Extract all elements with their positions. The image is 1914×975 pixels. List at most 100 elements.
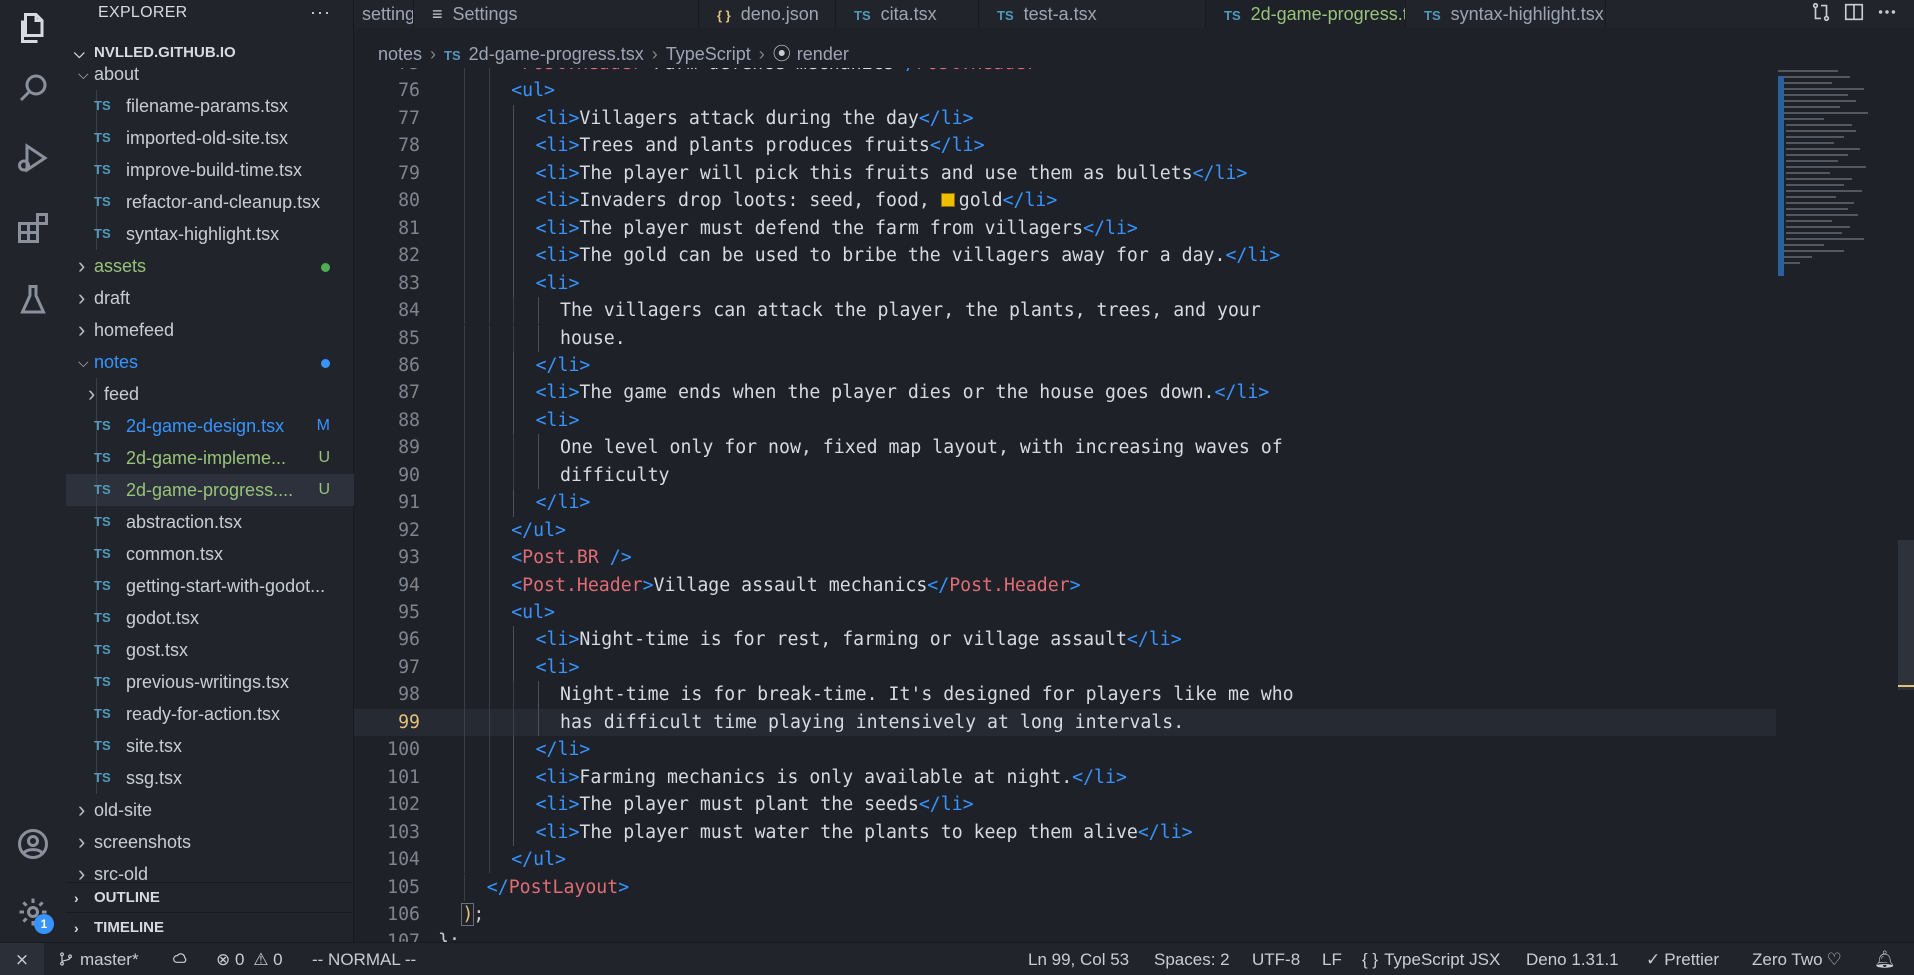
tree-file[interactable]: TS ready-for-action.tsx [66, 698, 354, 730]
tree-folder[interactable]: › src-old [66, 858, 354, 882]
tree-file[interactable]: TS syntax-highlight.tsx [66, 218, 354, 250]
more-actions-icon[interactable] [1876, 1, 1898, 28]
source-control-compare-icon[interactable] [1810, 1, 1832, 28]
tree-folder[interactable]: › homefeed [66, 314, 354, 346]
more-actions-icon[interactable]: ··· [310, 0, 331, 24]
tree-folder[interactable]: › old-site [66, 794, 354, 826]
editor-scrollbar[interactable] [1898, 68, 1914, 942]
code-token: The gold can be used to bribe the villag… [579, 245, 1226, 267]
indent-guide [537, 461, 539, 490]
tree-folder[interactable]: › screenshots [66, 826, 354, 858]
warning-count: 0 [273, 950, 283, 969]
prettier-status[interactable]: ✓ Prettier [1646, 943, 1719, 975]
explorer-icon[interactable] [0, 0, 66, 56]
tree-folder[interactable]: › draft [66, 282, 354, 314]
indent-guide [464, 104, 466, 133]
chevron-right-icon: › [78, 253, 86, 278]
account-icon[interactable] [0, 816, 66, 872]
breadcrumb-language[interactable]: TypeScript [666, 44, 751, 64]
line-source: </ul> [511, 846, 566, 873]
tree-item-label: src-old [94, 864, 149, 882]
tree-file[interactable]: TS godot.tsx [66, 602, 354, 634]
line-source: Night-time is for break-time. It's desig… [560, 681, 1294, 708]
outline-section-header[interactable]: › OUTLINE [66, 882, 354, 912]
tree-folder[interactable]: ⌵ about [66, 66, 354, 90]
language-label: TypeScript JSX [1384, 950, 1501, 969]
scrollbar-thumb[interactable] [1898, 540, 1914, 690]
editor-tab[interactable]: TS syntax-highlight.tsx [1406, 0, 1606, 28]
breadcrumb-symbol[interactable]: render [797, 44, 849, 64]
notifications-bell-icon[interactable]: 🔔︎ [1874, 943, 1896, 975]
tree-folder[interactable]: ⌵ notes [66, 346, 354, 378]
tree-file[interactable]: TS common.tsx [66, 538, 354, 570]
problems-indicator[interactable]: ⊗ 0 ⚠ 0 [216, 943, 283, 975]
typescript-file-icon: TS [94, 546, 111, 561]
status-bar: ⨯ master* ⊗ 0 ⚠ 0 -- NORMAL -- Ln 99, Co… [0, 942, 1914, 975]
code-token: Post.BR [522, 547, 599, 569]
tree-item-label: abstraction.tsx [126, 512, 243, 532]
indent-guide [464, 653, 466, 682]
tree-file[interactable]: TS 2d-game-design.tsx M [66, 410, 354, 442]
tree-file[interactable]: TS imported-old-site.tsx [66, 122, 354, 154]
typescript-file-icon: TS [94, 610, 111, 625]
typescript-file-icon: TS [94, 130, 111, 145]
tree-file[interactable]: TS filename-params.tsx [66, 90, 354, 122]
testing-flask-icon[interactable] [0, 272, 66, 328]
branch-name: master* [80, 950, 139, 969]
editor-tab[interactable]: settings.json [354, 0, 414, 28]
remote-indicator-icon[interactable]: ⨯ [0, 943, 44, 975]
search-icon[interactable] [0, 60, 66, 116]
extensions-icon[interactable] [0, 200, 66, 256]
tree-folder[interactable]: › assets [66, 250, 354, 282]
tree-folder[interactable]: › feed [66, 378, 354, 410]
language-mode[interactable]: { } TypeScript JSX [1362, 943, 1500, 975]
breadcrumb-folder[interactable]: notes [378, 44, 422, 64]
breadcrumb-file[interactable]: 2d-game-progress.tsx [469, 44, 644, 64]
editor-tab[interactable]: TS cita.tsx [836, 0, 979, 28]
settings-gear-icon[interactable]: 1 [0, 884, 66, 940]
workspace-root-header[interactable]: ⌵ NVLLED.GITHUB.IO [66, 38, 354, 68]
code-line: 78 <li>Trees and plants produces fruits</… [354, 132, 1914, 159]
timeline-section-header[interactable]: › TIMELINE [66, 912, 354, 942]
indent-guide [488, 708, 490, 737]
tree-file[interactable]: TS 2d-game-impleme... U [66, 442, 354, 474]
code-token: </ [486, 876, 509, 898]
tree-file[interactable]: TS 2d-game-progress.... U [66, 474, 354, 506]
minimap[interactable] [1776, 68, 1874, 288]
cursor-position[interactable]: Ln 99, Col 53 [1028, 943, 1129, 975]
editor-tab[interactable]: ≡ Settings [414, 0, 699, 28]
tree-file[interactable]: TS abstraction.tsx [66, 506, 354, 538]
tree-file[interactable]: TS gost.tsx [66, 634, 354, 666]
deno-version[interactable]: Deno 1.31.1 [1526, 943, 1619, 975]
encoding[interactable]: UTF-8 [1252, 943, 1300, 975]
typescript-file-icon: TS [94, 482, 111, 497]
tree-item-label: syntax-highlight.tsx [126, 224, 280, 244]
typescript-file-icon: TS [997, 8, 1014, 23]
run-debug-icon[interactable] [0, 130, 66, 186]
line-source: </li> [536, 736, 591, 763]
code-token: </li> [535, 354, 591, 376]
code-editor[interactable]: 75<Post.Header>Farm defence mechanics</P… [354, 68, 1914, 942]
line-source: </PostLayout> [487, 874, 629, 901]
code-line: 76 <ul> [354, 77, 1914, 104]
prettier-label: Prettier [1664, 950, 1720, 969]
indentation[interactable]: Spaces: 2 [1154, 943, 1230, 975]
line-ending[interactable]: LF [1322, 943, 1342, 975]
tree-file[interactable]: TS site.tsx [66, 730, 354, 762]
editor-tab[interactable]: { } deno.json [699, 0, 836, 28]
tree-file[interactable]: TS getting-start-with-godot... [66, 570, 354, 602]
account-status[interactable]: Zero Two ♡ [1752, 943, 1842, 975]
editor-tab[interactable]: TS2d-game-progress.tsxU✕ [1206, 0, 1406, 28]
tree-file[interactable]: TS previous-writings.tsx [66, 666, 354, 698]
code-token: <li> [535, 629, 580, 651]
indent-guide [488, 599, 490, 627]
sync-icon[interactable] [172, 943, 194, 975]
tree-file[interactable]: TS improve-build-time.tsx [66, 154, 354, 186]
editor-tab[interactable]: TS test-a.tsx [979, 0, 1206, 28]
tree-file[interactable]: TS ssg.tsx [66, 762, 354, 794]
tree-file[interactable]: TS refactor-and-cleanup.tsx [66, 186, 354, 218]
branch-indicator[interactable]: master* [58, 943, 139, 975]
tree-item-label: about [94, 66, 140, 84]
split-editor-icon[interactable] [1843, 1, 1865, 28]
indent-guide [488, 516, 490, 545]
